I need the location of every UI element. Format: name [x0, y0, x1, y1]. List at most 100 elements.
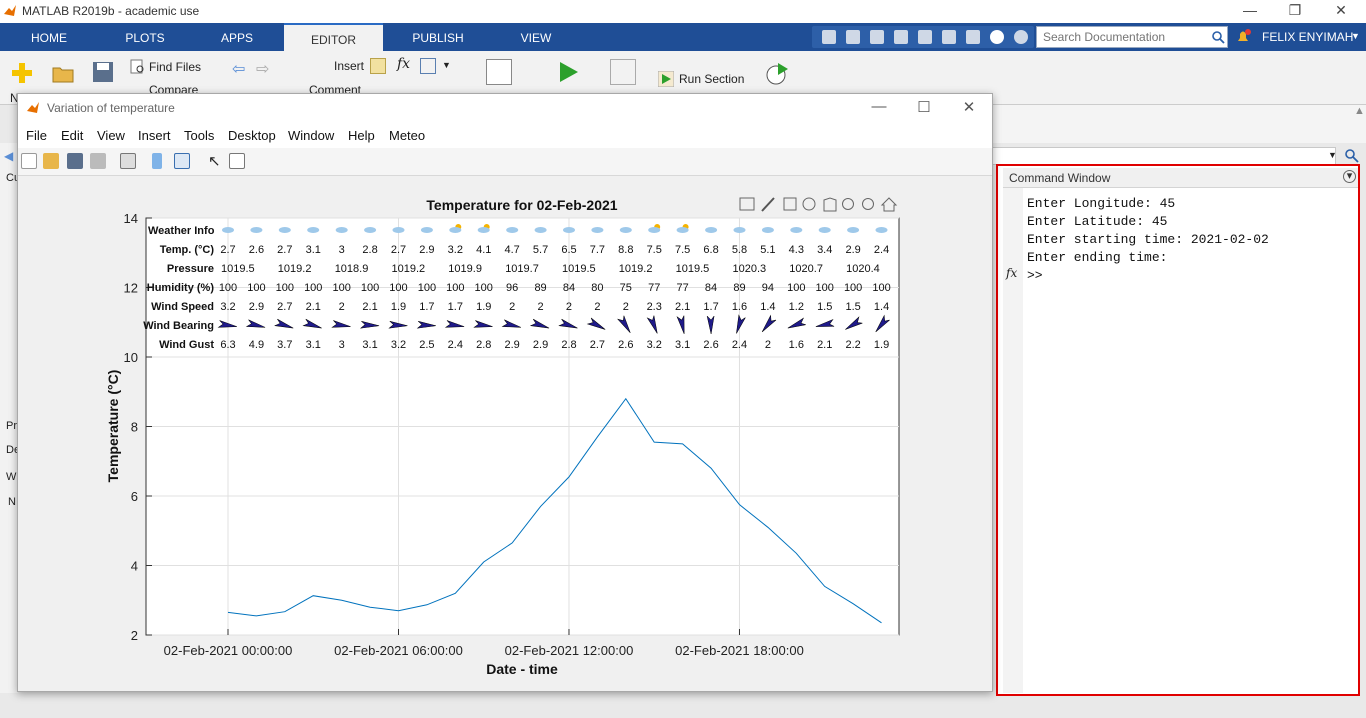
dropdown-icon[interactable]: ▼ [442, 60, 451, 70]
cloud-icon [335, 227, 348, 233]
search-documentation-input[interactable] [1036, 26, 1228, 48]
table-cell: 5.7 [533, 244, 548, 256]
tab-plots[interactable]: PLOTS [113, 23, 177, 51]
menu-insert[interactable]: Insert [138, 128, 171, 143]
find-files-button[interactable]: Find Files [149, 60, 201, 74]
cloud-icon [420, 227, 433, 233]
menu-window[interactable]: Window [288, 128, 334, 143]
tab-publish[interactable]: PUBLISH [400, 23, 476, 51]
table-cell: 1.7 [419, 301, 434, 313]
run-icon[interactable] [555, 59, 581, 85]
new-figure-icon[interactable] [21, 153, 37, 169]
table-cell: 89 [534, 282, 546, 294]
new-script-icon[interactable] [10, 61, 34, 85]
table-cell: 6.5 [561, 244, 576, 256]
table-cell: 100 [276, 282, 294, 294]
tab-home[interactable]: HOME [18, 23, 80, 51]
switch-windows-icon[interactable] [966, 30, 980, 44]
table-cell: 2.4 [448, 339, 463, 351]
table-cell: 2.7 [590, 339, 605, 351]
table-cell: 2 [339, 301, 345, 313]
back-arrow-icon[interactable]: ◀ [4, 149, 13, 163]
table-cell: 1019.2 [619, 263, 653, 275]
folder-search-icon[interactable] [1344, 148, 1360, 164]
paste-icon[interactable] [894, 30, 908, 44]
menu-view[interactable]: View [97, 128, 125, 143]
table-cell: 1.7 [703, 301, 718, 313]
minimize-icon[interactable]: — [1239, 2, 1261, 18]
table-cell: 2.9 [533, 339, 548, 351]
table-cell: 2.7 [277, 301, 292, 313]
cloud-icon [875, 227, 888, 233]
run-section-button[interactable]: Run Section [679, 72, 744, 86]
insert-section-icon[interactable] [370, 58, 386, 74]
figure-maximize-icon[interactable]: ☐ [912, 98, 936, 116]
table-cell: 1.4 [760, 301, 775, 313]
undo-icon[interactable] [918, 30, 932, 44]
run-and-time-icon[interactable] [764, 59, 790, 87]
open-folder-icon[interactable] [52, 65, 74, 83]
figure-title: Variation of temperature [47, 101, 175, 115]
cloud-icon [733, 227, 746, 233]
save-icon[interactable] [92, 61, 114, 83]
insert-colorbar-icon[interactable] [152, 153, 162, 169]
pointer-icon[interactable]: ↖ [208, 152, 221, 170]
property-editor-icon[interactable] [229, 153, 245, 169]
y-tick-label: 6 [131, 489, 138, 504]
run-and-advance-icon[interactable] [610, 59, 636, 85]
menu-desktop[interactable]: Desktop [228, 128, 276, 143]
forward-arrow-icon[interactable]: ⇨ [256, 59, 269, 79]
close-icon[interactable]: ✕ [1330, 2, 1352, 19]
command-line: Enter starting time: 2021-02-02 [1027, 232, 1269, 247]
save-figure-icon[interactable] [67, 153, 83, 169]
menu-file[interactable]: File [26, 128, 47, 143]
menu-meteo[interactable]: Meteo [389, 128, 425, 143]
insert-legend-icon[interactable] [174, 153, 190, 169]
table-cell: 3 [339, 339, 345, 351]
help-icon[interactable] [990, 30, 1004, 44]
table-cell: 2.8 [561, 339, 576, 351]
panel-label-name: N [8, 496, 16, 508]
restore-icon[interactable]: ❐ [1284, 2, 1306, 19]
figure-close-icon[interactable]: ✕ [957, 98, 981, 116]
notification-bell-icon[interactable] [1234, 28, 1252, 46]
collapse-icon[interactable]: ▲ [1354, 105, 1365, 117]
current-folder-address[interactable] [990, 147, 1336, 165]
command-window-actions-icon[interactable]: ▾ [1343, 170, 1356, 183]
table-cell: 8.8 [618, 244, 633, 256]
publish-options-icon[interactable] [486, 59, 512, 85]
cloud-icon [847, 227, 860, 233]
open-file-icon[interactable] [43, 153, 59, 169]
menu-edit[interactable]: Edit [61, 128, 83, 143]
run-section-icon[interactable] [658, 71, 674, 87]
table-cell: 1.2 [789, 301, 804, 313]
menu-help[interactable]: Help [348, 128, 375, 143]
save-icon[interactable] [822, 30, 836, 44]
redo-icon[interactable] [942, 30, 956, 44]
user-account[interactable]: FELIX ENYIMAH [1262, 30, 1353, 44]
tab-editor[interactable]: EDITOR [284, 23, 383, 51]
insert-button[interactable]: Insert [334, 59, 364, 73]
link-plot-icon[interactable] [120, 153, 136, 169]
figure-minimize-icon[interactable]: — [867, 98, 891, 115]
tab-apps[interactable]: APPS [210, 23, 264, 51]
matlab-logo-icon [27, 102, 39, 113]
table-cell: 2.9 [419, 244, 434, 256]
command-prompt[interactable]: >> [1027, 268, 1043, 283]
user-menu-chevron-icon[interactable]: ▼ [1351, 31, 1360, 41]
address-dropdown-icon[interactable]: ▼ [1328, 150, 1337, 160]
table-cell: 2 [509, 301, 515, 313]
insert-function-icon[interactable]: fx [397, 56, 410, 72]
table-cell: 96 [506, 282, 518, 294]
back-arrow-icon[interactable]: ⇦ [232, 59, 245, 79]
function-browser-icon[interactable]: fx [1006, 266, 1017, 280]
print-icon[interactable] [90, 153, 106, 169]
menu-tools[interactable]: Tools [184, 128, 214, 143]
fi-icon[interactable] [420, 58, 436, 74]
table-cell: 2.9 [505, 339, 520, 351]
copy-icon[interactable] [870, 30, 884, 44]
cut-icon[interactable] [846, 30, 860, 44]
tab-view[interactable]: VIEW [500, 23, 572, 51]
dropdown-icon[interactable] [1014, 30, 1028, 44]
search-icon[interactable] [1211, 30, 1225, 44]
